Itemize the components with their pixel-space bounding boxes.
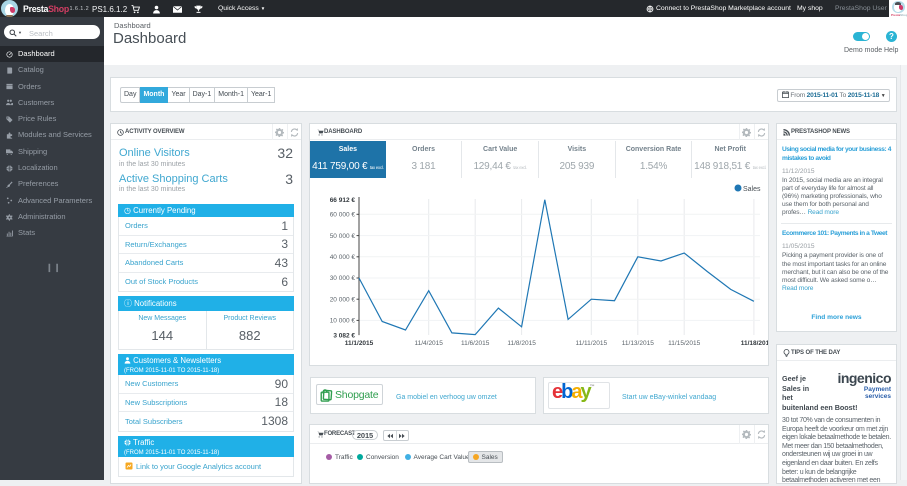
svg-text:20 000 €: 20 000 €	[330, 296, 356, 303]
svg-text:11/8/2015: 11/8/2015	[507, 340, 536, 347]
svg-text:3 082 €: 3 082 €	[333, 332, 355, 339]
svg-text:11/18/201: 11/18/201	[741, 340, 768, 347]
svg-text:11/13/2015: 11/13/2015	[622, 340, 654, 347]
svg-text:Sales: Sales	[743, 186, 761, 193]
svg-text:50 000 €: 50 000 €	[330, 233, 356, 240]
svg-text:10 000 €: 10 000 €	[330, 318, 356, 325]
svg-text:30 000 €: 30 000 €	[330, 275, 356, 282]
svg-text:11/1/2015: 11/1/2015	[345, 340, 374, 347]
svg-text:11/15/2015: 11/15/2015	[668, 340, 700, 347]
svg-text:11/11/2015: 11/11/2015	[576, 340, 608, 347]
svg-text:11/4/2015: 11/4/2015	[414, 340, 443, 347]
svg-text:66 912 €: 66 912 €	[330, 197, 356, 204]
svg-text:11/6/2015: 11/6/2015	[461, 340, 490, 347]
svg-text:40 000 €: 40 000 €	[330, 254, 356, 261]
svg-text:60 000 €: 60 000 €	[330, 212, 356, 219]
